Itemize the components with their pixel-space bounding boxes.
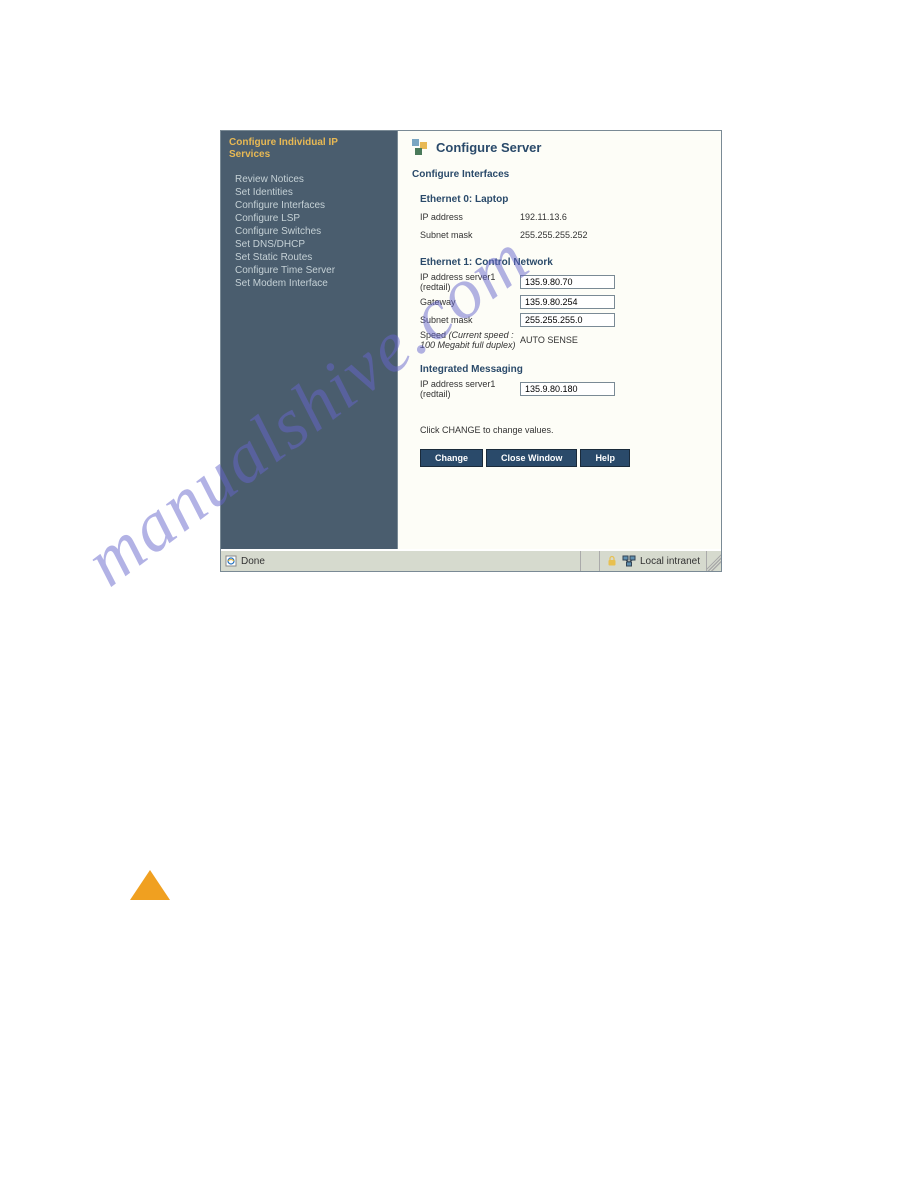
app-logo-icon: [412, 139, 428, 155]
eth1-ip-input[interactable]: [520, 275, 615, 289]
ie-page-icon: [225, 555, 237, 567]
caution-icon: [130, 870, 170, 900]
eth1-gateway-input[interactable]: [520, 295, 615, 309]
sidebar-link-review-notices[interactable]: Review Notices: [229, 173, 389, 186]
sidebar-link-set-identities[interactable]: Set Identities: [229, 186, 389, 199]
close-window-button[interactable]: Close Window: [486, 449, 577, 467]
local-intranet-icon: [622, 554, 636, 568]
eth1-mask-label: Subnet mask: [420, 315, 520, 325]
status-done-text: Done: [241, 556, 265, 567]
sidebar-link-set-modem-interface[interactable]: Set Modem Interface: [229, 277, 389, 290]
im-ip-row: IP address server1 (redtail): [412, 379, 707, 399]
im-ip-input[interactable]: [520, 382, 615, 396]
eth0-ip-label: IP address: [420, 212, 520, 222]
eth1-speed-label: Speed (Current speed : 100 Megabit full …: [420, 330, 520, 350]
eth0-ip-value: 192.11.13.6: [520, 212, 567, 222]
sidebar-link-set-dns-dhcp[interactable]: Set DNS/DHCP: [229, 238, 389, 251]
app-window-frame: Configure Individual IP Services Review …: [220, 130, 722, 572]
eth0-mask-row: Subnet mask 255.255.255.252: [412, 227, 707, 243]
sidebar-title: Configure Individual IP Services: [229, 137, 389, 161]
title-row: Configure Server: [412, 139, 707, 155]
sidebar-link-configure-lsp[interactable]: Configure LSP: [229, 212, 389, 225]
instruction-text: Click CHANGE to change values.: [412, 425, 707, 435]
sidebar-link-set-static-routes[interactable]: Set Static Routes: [229, 251, 389, 264]
status-zone-text: Local intranet: [640, 556, 700, 567]
eth0-ip-row: IP address 192.11.13.6: [412, 209, 707, 225]
eth1-gateway-label: Gateway: [420, 297, 520, 307]
eth1-mask-input[interactable]: [520, 313, 615, 327]
status-left: Done: [221, 551, 581, 571]
sidebar-link-configure-interfaces[interactable]: Configure Interfaces: [229, 199, 389, 212]
im-heading: Integrated Messaging: [412, 364, 707, 375]
app-window: Configure Individual IP Services Review …: [221, 131, 721, 549]
eth1-speed-row: Speed (Current speed : 100 Megabit full …: [412, 330, 707, 350]
eth1-gateway-row: Gateway: [412, 294, 707, 310]
sidebar-link-configure-time-server[interactable]: Configure Time Server: [229, 264, 389, 277]
status-spacer: [581, 551, 600, 571]
status-bar: Done Local intranet: [221, 549, 721, 571]
lock-icon: [606, 555, 618, 567]
button-row: Change Close Window Help: [412, 449, 707, 467]
eth1-ip-row: IP address server1 (redtail): [412, 272, 707, 292]
im-ip-label: IP address server1 (redtail): [420, 379, 520, 399]
eth0-mask-label: Subnet mask: [420, 230, 520, 240]
sidebar-link-configure-switches[interactable]: Configure Switches: [229, 225, 389, 238]
eth0-mask-value: 255.255.255.252: [520, 230, 588, 240]
resize-grip[interactable]: [707, 551, 721, 571]
status-right: Local intranet: [600, 551, 707, 571]
sidebar: Configure Individual IP Services Review …: [221, 131, 398, 549]
change-button[interactable]: Change: [420, 449, 483, 467]
eth1-speed-value: AUTO SENSE: [520, 335, 578, 345]
eth1-heading: Ethernet 1: Control Network: [412, 257, 707, 268]
eth1-mask-row: Subnet mask: [412, 312, 707, 328]
section-title: Configure Interfaces: [412, 169, 707, 180]
page-title: Configure Server: [436, 140, 541, 155]
eth1-ip-label: IP address server1 (redtail): [420, 272, 520, 292]
content-panel: Configure Server Configure Interfaces Et…: [398, 131, 721, 549]
help-button[interactable]: Help: [580, 449, 630, 467]
eth0-heading: Ethernet 0: Laptop: [412, 194, 707, 205]
